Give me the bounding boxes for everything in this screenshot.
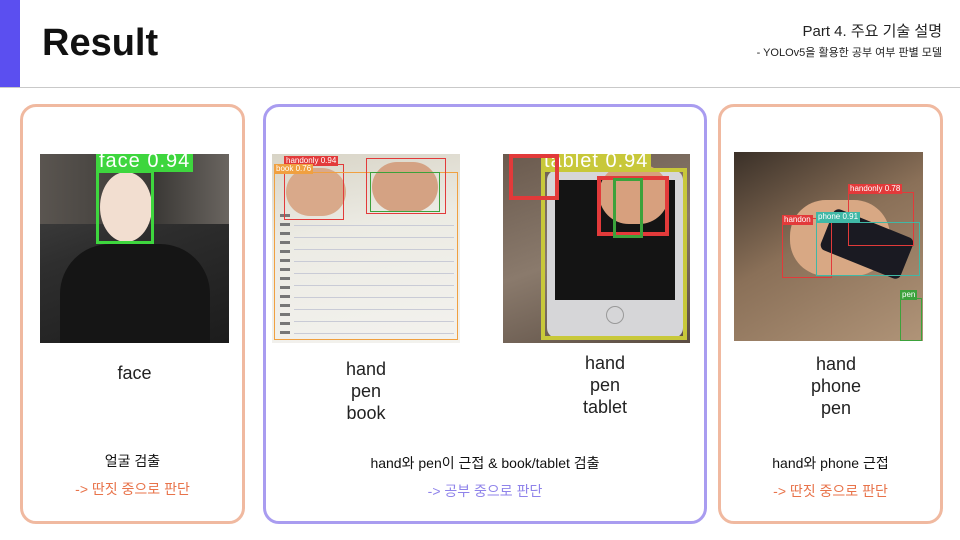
- face-bounding-box: [96, 170, 154, 244]
- pen-bounding-box: [613, 178, 643, 238]
- hand-right-bounding-box: [366, 158, 446, 214]
- accent-bar: [0, 0, 20, 88]
- handon-tag: handon: [782, 215, 813, 225]
- label-book: book: [346, 403, 386, 423]
- study-description: hand와 pen이 근접 & book/tablet 검출: [370, 455, 600, 471]
- page-title: Result: [42, 22, 159, 64]
- label-face: face: [117, 363, 152, 383]
- phone-description: hand와 phone 근접: [772, 455, 889, 471]
- label-pen: pen: [820, 398, 852, 418]
- face-labels: face: [40, 362, 229, 384]
- pen-bounding-box: [900, 298, 922, 341]
- section-subtitle: - YOLOv5을 활용한 공부 여부 판별 모델: [756, 47, 942, 59]
- face-description: 얼굴 검출: [104, 453, 161, 469]
- book-tag: book 0.76: [274, 164, 314, 174]
- label-hand: hand: [584, 353, 626, 373]
- label-hand: hand: [345, 359, 387, 379]
- phone-labels: hand phone pen: [734, 353, 938, 419]
- section-label: Part 4. 주요 기술 설명: [802, 23, 943, 40]
- hand-bounding-box: [509, 154, 559, 200]
- phone-bounding-box: [816, 222, 920, 276]
- label-hand: hand: [815, 354, 857, 374]
- handonly-tag: handonly 0.78: [848, 184, 903, 194]
- pen-tag: pen: [900, 290, 918, 300]
- label-pen: pen: [350, 381, 382, 401]
- tablet-detection-photo: tablet 0.94: [503, 154, 690, 343]
- face-detection-tag: face 0.94: [96, 154, 194, 172]
- person-shirt: [60, 244, 210, 343]
- label-tablet: tablet: [582, 397, 628, 417]
- book-labels: hand pen book: [272, 358, 460, 424]
- label-phone: phone: [810, 376, 862, 396]
- header-divider: [0, 87, 960, 88]
- book-detection-photo: handonly 0.94 book 0.76: [272, 154, 460, 343]
- phone-detection-photo: handon handonly 0.78 phone 0.91 pen: [734, 152, 923, 341]
- study-verdict: -> 공부 중으로 판단: [427, 483, 543, 499]
- tablet-labels: hand pen tablet: [503, 352, 707, 418]
- face-verdict: -> 딴짓 중으로 판단: [75, 481, 190, 497]
- label-pen: pen: [589, 375, 621, 395]
- face-detection-photo: face 0.94: [40, 154, 229, 343]
- phone-verdict: -> 딴짓 중으로 판단: [773, 483, 888, 499]
- phone-tag: phone 0.91: [816, 212, 861, 222]
